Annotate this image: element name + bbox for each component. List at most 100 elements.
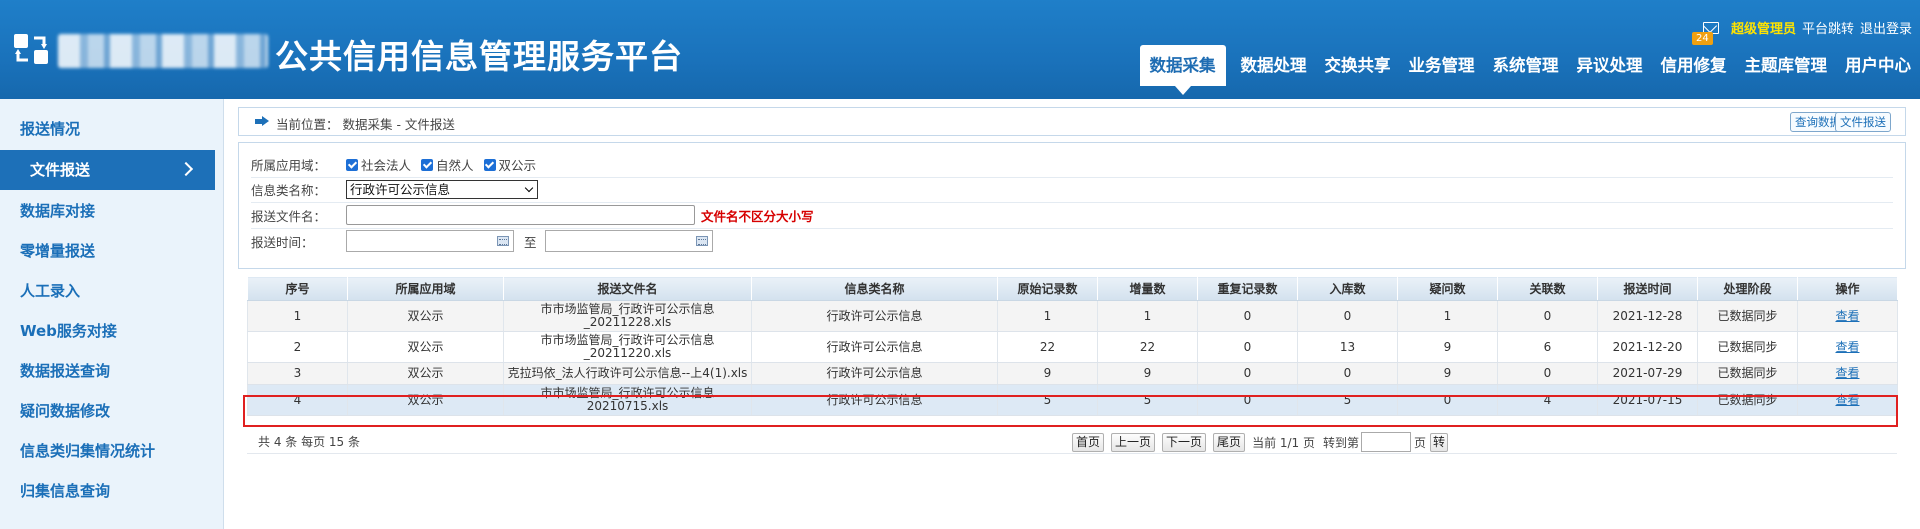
table-header-row: 序号 所属应用域 报送文件名 信息类名称 原始记录数 增量数 重复记录数 入库数 疑问数 关联数报…: [247, 276, 1898, 301]
logout-link[interactable]: 退出登录: [1860, 18, 1912, 37]
next-page-button[interactable]: 下一页: [1162, 432, 1207, 452]
table-cell: 市市场监管局_行政许可公示信息 _20211220.xls: [503, 331, 752, 363]
main-nav: 数据采集 数据处理 交换共享 业务管理 系统管理 异议处理 信用修复 主题库管理…: [1139, 45, 1920, 95]
platform-switch-link[interactable]: 平台跳转: [1802, 18, 1854, 37]
sidebar-item-manual-entry[interactable]: 人工录入: [0, 271, 223, 311]
checkbox-checked-icon[interactable]: [346, 158, 358, 171]
nav-system-management[interactable]: 系统管理: [1484, 45, 1568, 86]
table-cell: 9: [1397, 362, 1498, 385]
table-cell: 市市场监管局_行政许可公示信息 _20211228.xls: [503, 300, 752, 332]
sidebar-item-web-service[interactable]: Web服务对接: [0, 311, 223, 351]
pager-summary: 共 4 条 每页 15 条: [258, 435, 360, 449]
nav-exchange-sharing[interactable]: 交换共享: [1316, 45, 1400, 86]
filter-row-filename: 报送文件名： 文件名不区分大小写: [251, 203, 1893, 229]
start-date-input[interactable]: [346, 230, 514, 253]
table-cell: 6: [1497, 331, 1598, 363]
table-cell: 市市场监管局_行政许可公示信息 20210715.xls: [503, 384, 752, 416]
arrow-right-icon: [255, 116, 269, 127]
checkbox-checked-icon[interactable]: [421, 158, 434, 171]
nav-user-center[interactable]: 用户中心: [1836, 45, 1920, 86]
nav-credit-repair[interactable]: 信用修复: [1652, 45, 1736, 86]
view-link[interactable]: 查看: [1835, 366, 1859, 380]
view-link[interactable]: 查看: [1835, 340, 1859, 354]
top-header: 公共信用信息管理服务平台 超级管理员 平台跳转 退出登录 24 数据采集 数据处…: [0, 0, 1920, 99]
sidebar-item-collection-query[interactable]: 归集信息查询: [0, 471, 223, 511]
checkbox-label: 自然人: [436, 157, 474, 173]
sidebar-item-report-query[interactable]: 数据报送查询: [0, 351, 223, 391]
domain-label: 所属应用域：: [251, 157, 327, 173]
file-upload-button[interactable]: 文件报送: [1835, 112, 1891, 132]
checkbox-legal-person[interactable]: 社会法人: [346, 155, 411, 174]
checkbox-label: 双公示: [498, 157, 537, 173]
filename-label: 报送文件名：: [251, 208, 327, 224]
divider: [247, 453, 1897, 454]
end-date-input[interactable]: [544, 230, 713, 253]
view-link[interactable]: 查看: [1835, 393, 1859, 407]
nav-topic-library[interactable]: 主题库管理: [1736, 45, 1837, 86]
table-cell: 克拉玛依_法人行政许可公示信息--上4(1).xls: [503, 362, 752, 385]
table-cell: 双公示: [347, 300, 504, 332]
column-header: 所属应用域: [347, 276, 504, 301]
column-header: 疑问数: [1397, 276, 1498, 301]
table-row[interactable]: 1 双公示 市市场监管局_行政许可公示信息 _20211228.xls 行政许可公示信息…: [247, 300, 1898, 332]
sidebar-item-doubt-edit[interactable]: 疑问数据修改: [0, 391, 223, 431]
table-cell: 已数据同步: [1697, 384, 1798, 416]
page-suffix: 页: [1414, 435, 1427, 450]
table-cell: 双公示: [347, 362, 504, 385]
column-header: 报送文件名: [503, 276, 752, 301]
calendar-icon[interactable]: [695, 236, 708, 247]
sidebar-item-zero-increment[interactable]: 零增量报送: [0, 231, 223, 271]
column-header: 原始记录数: [997, 276, 1098, 301]
table-cell: 4: [247, 384, 348, 416]
checkbox-double-publicity[interactable]: 双公示: [483, 155, 537, 174]
first-page-button[interactable]: 首页: [1072, 432, 1105, 452]
breadcrumb-text: 当前位置： 数据采集 - 文件报送: [276, 117, 455, 132]
checkbox-checked-icon[interactable]: [483, 158, 496, 171]
table-row[interactable]: 2 双公示 市市场监管局_行政许可公示信息 _20211220.xls 行政许可公示信息…: [247, 331, 1898, 363]
filter-form: 所属应用域： 社会法人 自然人 双公示 信息类名称： 行政许可公示信息 报送文件…: [238, 142, 1906, 269]
table-cell: 1: [997, 300, 1098, 332]
sidebar-item-report-status[interactable]: 报送情况: [0, 109, 223, 149]
table-cell: 9: [997, 362, 1098, 385]
sidebar: 报送情况 文件报送 数据库对接 零增量报送 人工录入 Web服务对接 数据报送查…: [0, 99, 224, 529]
filter-row-time: 报送时间： 至: [251, 229, 1893, 255]
table-row[interactable]: 3 双公示 克拉玛依_法人行政许可公示信息--上4(1).xls 行政许可公示信息 9 9…: [247, 362, 1898, 385]
top-right-toolbar: 超级管理员 平台跳转 退出登录: [1702, 18, 1912, 37]
checkbox-natural-person[interactable]: 自然人: [421, 155, 474, 174]
table-cell: 1: [1097, 300, 1198, 332]
sidebar-item-db-connect[interactable]: 数据库对接: [0, 191, 223, 231]
table-cell: 3: [247, 362, 348, 385]
column-header: 入库数: [1297, 276, 1398, 301]
filename-input[interactable]: [346, 205, 695, 226]
column-header: 重复记录数: [1197, 276, 1298, 301]
table-cell: 已数据同步: [1697, 331, 1798, 363]
table-row[interactable]: 4 双公示 市市场监管局_行政许可公示信息 20210715.xls 行政许可公示信息 5…: [247, 384, 1898, 416]
nav-data-collection[interactable]: 数据采集: [1139, 45, 1226, 95]
sidebar-item-category-stats[interactable]: 信息类归集情况统计: [0, 431, 223, 471]
nav-objection-handling[interactable]: 异议处理: [1568, 45, 1652, 86]
table-cell: 0: [1497, 362, 1598, 385]
nav-business-management[interactable]: 业务管理: [1400, 45, 1484, 86]
go-button[interactable]: 转: [1430, 432, 1449, 452]
chevron-down-icon: [524, 184, 534, 193]
table-cell: 22: [997, 331, 1098, 363]
admin-role-link[interactable]: 超级管理员: [1731, 18, 1796, 37]
sidebar-item-file-report[interactable]: 文件报送: [0, 150, 215, 190]
table-cell: 0: [1497, 300, 1598, 332]
table-cell: 查看: [1797, 300, 1898, 332]
report-table-wrapper: 序号 所属应用域 报送文件名 信息类名称 原始记录数 增量数 重复记录数 入库数 疑问数 关联数报…: [247, 276, 1898, 416]
last-page-button[interactable]: 尾页: [1213, 432, 1246, 452]
prev-page-button[interactable]: 上一页: [1111, 432, 1156, 452]
table-cell: 22: [1097, 331, 1198, 363]
view-link[interactable]: 查看: [1835, 309, 1859, 323]
info-class-select[interactable]: 行政许可公示信息: [346, 180, 538, 200]
table-cell: 2021-12-28: [1597, 300, 1698, 332]
table-cell: 0: [1297, 300, 1398, 332]
goto-page-input[interactable]: [1361, 432, 1412, 452]
nav-data-processing[interactable]: 数据处理: [1232, 45, 1316, 86]
table-cell-line: _20211220.xls: [583, 346, 672, 360]
filter-row-info-class: 信息类名称： 行政许可公示信息: [251, 178, 1893, 203]
table-cell: 行政许可公示信息: [751, 384, 998, 416]
table-cell: 行政许可公示信息: [751, 300, 998, 332]
calendar-icon[interactable]: [497, 236, 509, 247]
